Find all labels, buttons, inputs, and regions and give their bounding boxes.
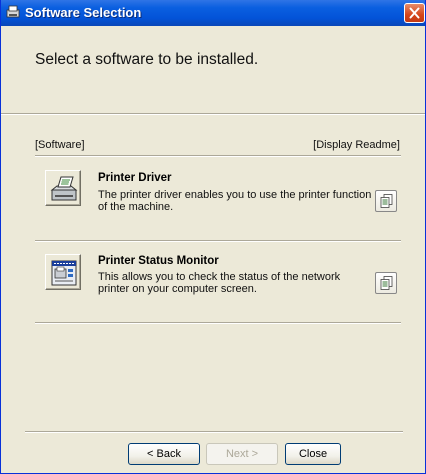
printer-driver-title: Printer Driver [98,172,172,184]
installer-app-icon [6,5,21,19]
page-heading: Select a software to be installed. [35,51,259,68]
dialog-window: Software Selection Select a software to … [0,0,426,474]
item-divider [35,240,401,241]
printer-icon [50,176,78,201]
software-column-label: [Software] [35,139,85,151]
status-monitor-icon [51,260,77,286]
list-item-printer-status-monitor: Printer Status Monitor This allows you t… [35,242,401,322]
close-icon [409,7,420,19]
install-printer-status-monitor-button[interactable] [45,254,81,290]
next-button[interactable]: Next > [206,443,278,465]
item-divider [35,322,401,323]
printer-driver-description: The printer driver enables you to use th… [98,189,372,213]
column-header-divider [35,155,401,156]
title-bar[interactable]: Software Selection [1,0,425,26]
header-divider [1,113,425,114]
readme-document-icon [380,194,393,208]
printer-driver-readme-button[interactable] [375,190,397,212]
close-window-button[interactable] [404,3,425,23]
install-printer-driver-button[interactable] [45,170,81,206]
printer-status-monitor-title: Printer Status Monitor [98,255,219,267]
close-button[interactable]: Close [285,443,341,465]
readme-document-icon [380,276,393,290]
printer-status-monitor-description: This allows you to check the status of t… [98,271,341,295]
list-item-printer-driver: Printer Driver The printer driver enable… [35,160,401,240]
readme-column-label: [Display Readme] [313,139,400,151]
window-title: Software Selection [25,5,142,20]
footer-divider [25,431,403,432]
printer-status-monitor-readme-button[interactable] [375,272,397,294]
back-button[interactable]: < Back [128,443,200,465]
